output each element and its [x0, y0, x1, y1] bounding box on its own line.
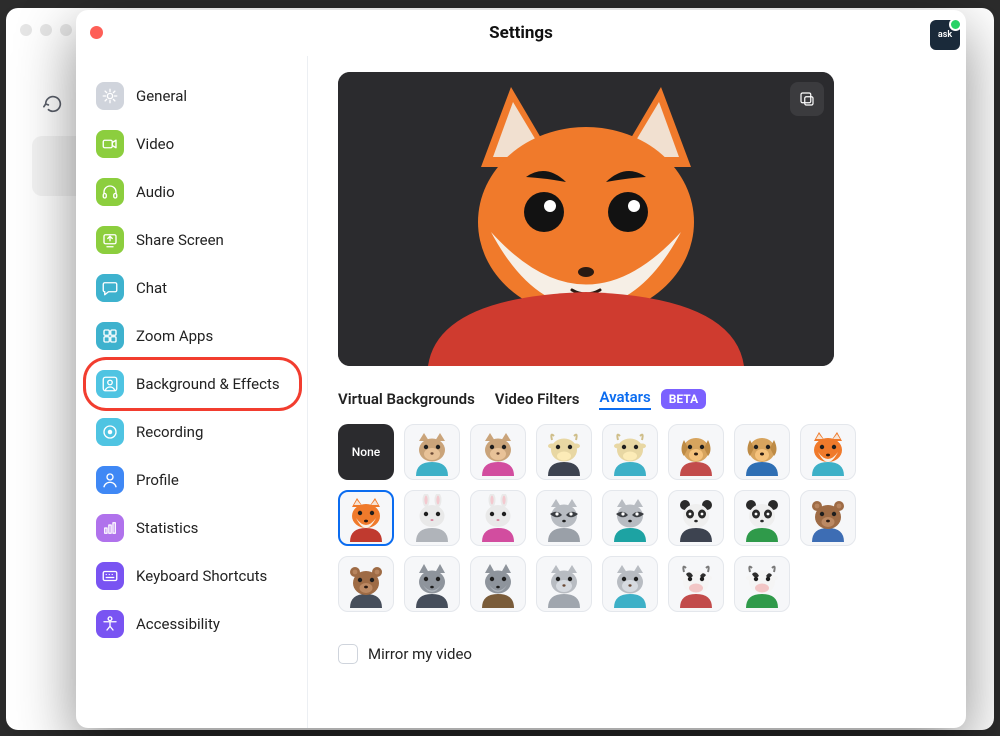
- sidebar-item-label: Background & Effects: [136, 375, 280, 393]
- sidebar-item-label: Audio: [136, 183, 175, 201]
- reload-icon[interactable]: [42, 93, 64, 115]
- sidebar-item-audio[interactable]: Audio: [86, 168, 299, 216]
- mirror-row: Mirror my video: [338, 644, 938, 664]
- avatar-none-tile[interactable]: None: [338, 424, 394, 480]
- sidebar: General Video Audio Share Screen Chat Zo…: [76, 56, 308, 728]
- tab-video-filters[interactable]: Video Filters: [495, 390, 580, 408]
- bg-window-controls: [20, 24, 72, 36]
- avatar-tile-cat[interactable]: [404, 424, 460, 480]
- mirror-checkbox[interactable]: [338, 644, 358, 664]
- sidebar-item-label: Keyboard Shortcuts: [136, 567, 267, 585]
- avatar-tile-racc[interactable]: [536, 490, 592, 546]
- main-pane: Virtual Backgrounds Video Filters Avatars B…: [308, 56, 966, 728]
- sidebar-item-profile[interactable]: Profile: [86, 456, 299, 504]
- profile-icon: [96, 466, 124, 494]
- sidebar-item-label: Profile: [136, 471, 179, 489]
- avatar-tile-cat[interactable]: [536, 556, 592, 612]
- sidebar-item-label: Recording: [136, 423, 203, 441]
- tab-virtual-backgrounds[interactable]: Virtual Backgrounds: [338, 390, 475, 408]
- avatar-tile-panda[interactable]: [668, 490, 724, 546]
- sidebar-item-chat[interactable]: Chat: [86, 264, 299, 312]
- bg-dot: [60, 24, 72, 36]
- gear-icon: [96, 82, 124, 110]
- stats-icon: [96, 514, 124, 542]
- avatar-tile-dog[interactable]: [734, 424, 790, 480]
- avatar-tile-rabbit[interactable]: [404, 490, 460, 546]
- sidebar-item-video[interactable]: Video: [86, 120, 299, 168]
- titlebar: Settings ask: [76, 10, 966, 56]
- avatar-grid: None: [338, 424, 938, 612]
- avatar-tile-cow[interactable]: [602, 424, 658, 480]
- bg-dot: [20, 24, 32, 36]
- preview-avatar: [338, 72, 834, 366]
- beta-badge: BETA: [661, 389, 706, 409]
- sidebar-item-keyboard-shortcuts[interactable]: Keyboard Shortcuts: [86, 552, 299, 600]
- mirror-label: Mirror my video: [368, 645, 472, 663]
- sidebar-item-share-screen[interactable]: Share Screen: [86, 216, 299, 264]
- avatar-tile-racc[interactable]: [602, 490, 658, 546]
- apps-icon: [96, 322, 124, 350]
- avatar-tile-cow2[interactable]: [734, 556, 790, 612]
- sidebar-item-background-effects[interactable]: Background & Effects: [86, 360, 299, 408]
- record-icon: [96, 418, 124, 446]
- sidebar-item-statistics[interactable]: Statistics: [86, 504, 299, 552]
- window-title: Settings: [489, 23, 553, 43]
- avatar-tile-wolf[interactable]: [404, 556, 460, 612]
- avatar-tile-bear[interactable]: [800, 490, 856, 546]
- video-preview: [338, 72, 834, 366]
- avatar-tile-fox[interactable]: [338, 490, 394, 546]
- sidebar-item-label: Video: [136, 135, 174, 153]
- sidebar-item-label: Accessibility: [136, 615, 220, 633]
- avatar-tile-rabbit[interactable]: [470, 490, 526, 546]
- pop-out-icon: [798, 90, 816, 108]
- sidebar-item-label: Share Screen: [136, 231, 224, 249]
- camera-icon: [96, 130, 124, 158]
- avatar-tile-cat[interactable]: [470, 424, 526, 480]
- sidebar-item-recording[interactable]: Recording: [86, 408, 299, 456]
- effects-tabs: Virtual Backgrounds Video Filters Avatars B…: [338, 388, 938, 410]
- sidebar-item-label: Statistics: [136, 519, 198, 537]
- sidebar-item-zoom-apps[interactable]: Zoom Apps: [86, 312, 299, 360]
- settings-window: Settings ask General Video Audio Share S…: [76, 10, 966, 728]
- sidebar-item-label: Chat: [136, 279, 167, 297]
- avatar-tile-dog[interactable]: [668, 424, 724, 480]
- sidebar-item-label: Zoom Apps: [136, 327, 213, 345]
- pop-out-button[interactable]: [790, 82, 824, 116]
- accessibility-icon: [96, 610, 124, 638]
- sidebar-item-label: General: [136, 87, 187, 105]
- share-icon: [96, 226, 124, 254]
- close-dot-icon[interactable]: [90, 26, 103, 39]
- bg-dot: [40, 24, 52, 36]
- account-avatar[interactable]: ask: [930, 20, 960, 50]
- sidebar-item-general[interactable]: General: [86, 72, 299, 120]
- sidebar-item-accessibility[interactable]: Accessibility: [86, 600, 299, 648]
- headphones-icon: [96, 178, 124, 206]
- avatar-tile-cow2[interactable]: [668, 556, 724, 612]
- avatar-tile-fox[interactable]: [800, 424, 856, 480]
- avatar-tile-cow[interactable]: [536, 424, 592, 480]
- chat-icon: [96, 274, 124, 302]
- person-icon: [96, 370, 124, 398]
- tab-avatars[interactable]: Avatars: [599, 388, 650, 410]
- avatar-tile-wolf[interactable]: [470, 556, 526, 612]
- avatar-tile-cat[interactable]: [602, 556, 658, 612]
- avatar-tile-bear[interactable]: [338, 556, 394, 612]
- avatar-tile-panda[interactable]: [734, 490, 790, 546]
- keyboard-icon: [96, 562, 124, 590]
